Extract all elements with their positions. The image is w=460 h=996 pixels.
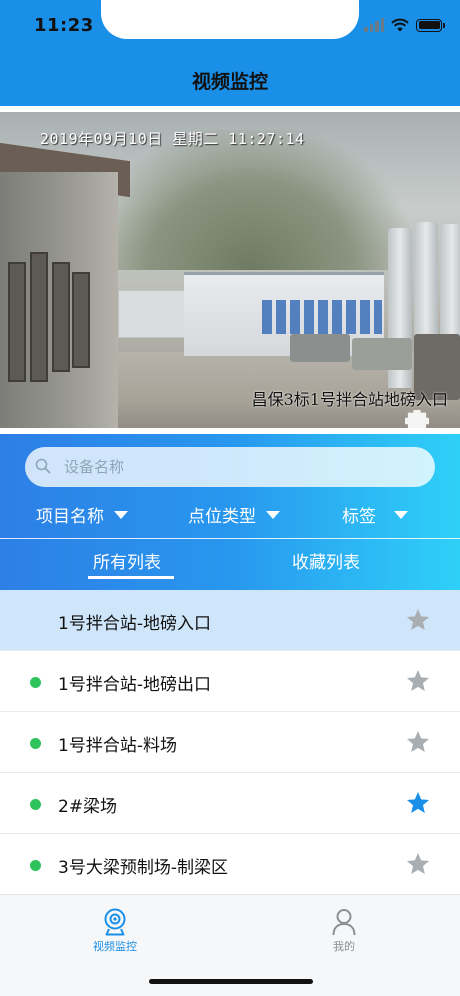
video-scene-door [72,272,90,368]
list-item[interactable]: 1号拌合站-地磅出口 [0,651,460,712]
device-name: 3号大梁预制场-制梁区 [58,858,228,878]
tabbar-video-monitor[interactable] [75,908,155,940]
filter-tag-dropdown[interactable]: 标签 [342,502,408,527]
status-time: 11:23 [34,15,94,36]
page-title: 视频监控 [191,71,268,93]
tabbar-mine[interactable] [304,908,384,940]
online-status-dot [30,860,41,871]
filter-project-dropdown[interactable]: 项目名称 [36,502,128,527]
wifi-icon [391,18,409,32]
star-icon[interactable] [405,729,431,755]
search-input[interactable] [64,452,424,482]
star-icon[interactable] [405,607,431,633]
online-status-dot [30,799,41,810]
filter-point-type-label: 点位类型 [188,507,256,527]
list-item[interactable]: 2#梁场 [0,773,460,834]
online-status-dot [30,738,41,749]
video-scene-shed [118,290,186,338]
list-item[interactable]: 3号大梁预制场-制梁区 [0,834,460,895]
tab-favorites-list[interactable]: 收藏列表 [292,548,360,573]
filter-project-label: 项目名称 [36,507,104,527]
app-header: 11:23 视频监控 [0,0,460,106]
filter-tag-label: 标签 [342,507,376,527]
list-item[interactable]: 1号拌合站-料场 [0,712,460,773]
device-notch [101,0,359,39]
panel-divider [0,538,460,539]
fullscreen-icon[interactable] [405,410,429,432]
video-scene-truck [352,338,412,370]
device-name: 2#梁场 [58,797,118,817]
video-scene-hill [90,130,410,270]
video-scene-truck [290,334,350,362]
tab-all-list[interactable]: 所有列表 [93,548,161,573]
cellular-signal-icon [364,18,384,32]
star-filled-icon[interactable] [405,790,431,816]
online-status-dot [30,677,41,688]
device-list: 1号拌合站-地磅入口 1号拌合站-地磅出口 1号拌合站-料场 2#梁场 3号大梁… [0,590,460,895]
active-tab-indicator [88,576,174,579]
home-indicator[interactable] [149,979,313,984]
person-icon [332,909,356,936]
filter-point-type-dropdown[interactable]: 点位类型 [188,502,280,527]
tabbar-video-monitor-label: 视频监控 [93,940,137,953]
list-item[interactable]: 1号拌合站-地磅入口 [0,590,460,651]
battery-icon [416,18,445,32]
camera-icon [104,908,126,936]
search-icon [35,458,51,474]
video-scene-door [8,262,26,382]
caret-down-icon [394,510,408,519]
video-player[interactable] [0,112,460,428]
video-scene-door [52,262,70,372]
star-icon[interactable] [405,851,431,877]
tabbar-mine-label: 我的 [333,940,355,953]
device-name: 1号拌合站-地磅入口 [58,614,211,634]
video-location-overlay: 昌保3标1号拌合站地磅入口 [251,390,448,409]
video-scene-door [30,252,48,382]
caret-down-icon [114,510,128,519]
device-name: 1号拌合站-料场 [58,736,177,756]
device-name: 1号拌合站-地磅出口 [58,675,211,695]
star-icon[interactable] [405,668,431,694]
status-indicators [364,18,445,32]
video-scene-sign [262,300,382,334]
caret-down-icon [266,510,280,519]
video-datetime-overlay: 2019年09月10日 星期二 11:27:14 [40,130,305,148]
